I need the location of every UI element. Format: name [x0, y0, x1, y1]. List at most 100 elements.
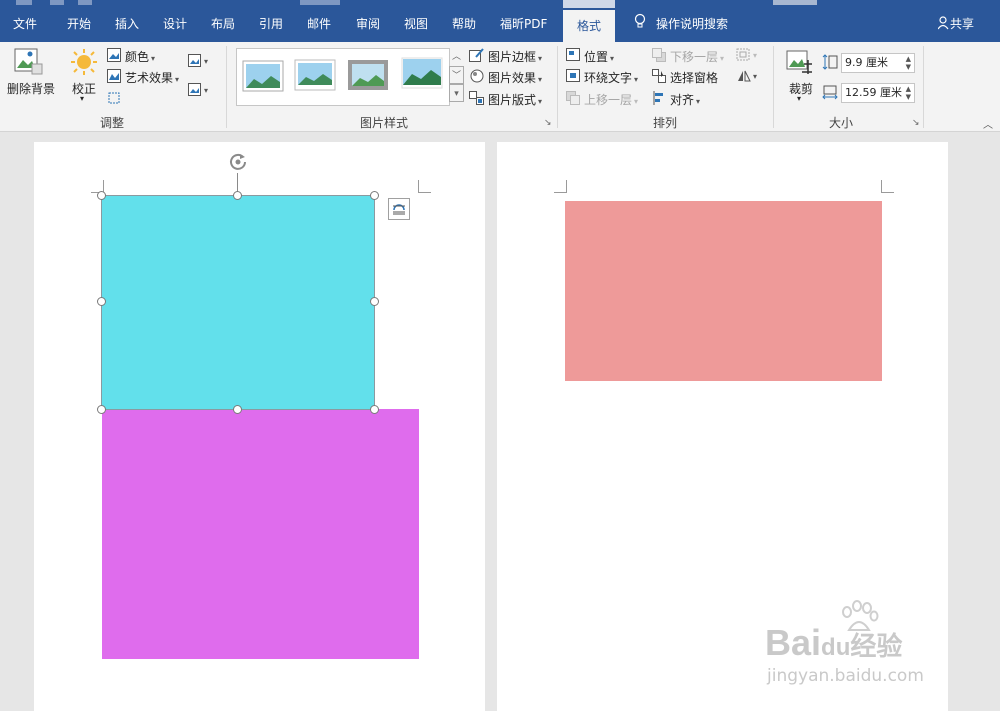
group-label-adjust: 调整	[100, 116, 125, 130]
resize-handle-top-right[interactable]	[370, 191, 379, 200]
picture-tools-header	[563, 0, 615, 8]
resize-handle-top[interactable]	[233, 191, 242, 200]
picture-effects-button[interactable]: 图片效果 ▾	[488, 69, 542, 86]
rotate-handle-icon[interactable]	[227, 151, 249, 176]
gallery-more-icon[interactable]: ▾	[449, 84, 464, 102]
tell-me-search[interactable]: 操作说明搜索	[656, 13, 728, 35]
change-picture-icon[interactable]: ▾	[188, 83, 212, 100]
transparency-icon[interactable]	[107, 91, 121, 108]
group-label-picture-styles: 图片样式	[360, 116, 409, 130]
watermark-cn: 经验	[850, 631, 903, 661]
corrections-sun-icon[interactable]	[70, 48, 98, 79]
document-page-1[interactable]	[34, 142, 485, 711]
ribbon: 删除背景 校正 ▾ 颜色 ▾ 艺术效果 ▾ ▾ ▾ 调整 ︿ ﹀ ▾ 图片边框 …	[0, 42, 1000, 132]
color-icon[interactable]	[107, 48, 121, 65]
magenta-rectangle-picture[interactable]	[102, 409, 419, 659]
send-backward-label: 下移一层	[670, 50, 719, 64]
share-button[interactable]: 共享	[937, 13, 974, 35]
artistic-effects-icon[interactable]	[107, 69, 121, 86]
watermark-brand-suffix: du	[821, 634, 851, 661]
width-spinner-icon[interactable]: ▲ ▼	[906, 85, 911, 101]
tab-help[interactable]: 帮助	[452, 13, 476, 35]
resize-handle-top-left[interactable]	[97, 191, 106, 200]
quick-access-undo-icon[interactable]	[50, 0, 64, 5]
align-label: 对齐	[670, 93, 695, 107]
watermark-logo: Baidu经验	[765, 622, 902, 664]
style-thumbnail-2[interactable]	[294, 59, 336, 94]
wrap-text-icon[interactable]	[566, 69, 581, 86]
quick-access-save-icon[interactable]	[16, 0, 32, 5]
style-thumbnail-1[interactable]	[242, 60, 284, 95]
tab-mailings[interactable]: 邮件	[307, 13, 331, 35]
picture-styles-launcher-icon[interactable]: ↘	[544, 118, 552, 128]
tab-home[interactable]: 开始	[67, 13, 91, 35]
style-thumbnail-3[interactable]	[347, 59, 389, 94]
resize-handle-left[interactable]	[97, 297, 106, 306]
title-bar: 文件 开始 插入 设计 布局 引用 邮件 审阅 视图 帮助 福昕PDF 格式 操…	[0, 0, 1000, 42]
gallery-up-icon[interactable]: ︿	[449, 48, 464, 66]
picture-styles-gallery[interactable]	[236, 48, 450, 106]
compress-pictures-icon[interactable]: ▾	[188, 54, 212, 71]
group-divider	[557, 46, 558, 128]
selection-pane-icon[interactable]	[652, 69, 667, 86]
tab-design[interactable]: 设计	[163, 13, 187, 35]
align-icon[interactable]	[652, 91, 667, 108]
picture-border-icon[interactable]	[469, 48, 485, 65]
tab-layout[interactable]: 布局	[211, 13, 235, 35]
position-button[interactable]: 位置 ▾	[584, 48, 614, 65]
tab-format[interactable]: 格式	[563, 10, 615, 42]
wrap-text-button[interactable]: 环绕文字 ▾	[584, 69, 638, 86]
margin-mark-top-right	[418, 180, 431, 193]
crop-dropdown-icon[interactable]: ▾	[797, 94, 801, 103]
tab-view[interactable]: 视图	[404, 13, 428, 35]
artistic-effects-label: 艺术效果	[125, 71, 174, 85]
gallery-down-icon[interactable]: ﹀	[449, 66, 464, 84]
picture-layout-icon[interactable]	[469, 91, 485, 108]
gallery-scroll: ︿ ﹀ ▾	[449, 48, 464, 106]
tab-insert[interactable]: 插入	[115, 13, 139, 35]
tab-file[interactable]: 文件	[13, 13, 37, 35]
watermark-url: jingyan.baidu.com	[767, 666, 924, 686]
remove-background-icon[interactable]	[14, 48, 44, 79]
size-launcher-icon[interactable]: ↘	[912, 118, 920, 128]
resize-handle-bottom[interactable]	[233, 405, 242, 414]
resize-handle-bottom-right[interactable]	[370, 405, 379, 414]
person-icon	[937, 16, 949, 30]
remove-background-button[interactable]: 删除背景	[7, 80, 55, 97]
cyan-rectangle-picture-selected[interactable]	[101, 195, 375, 410]
crop-icon[interactable]	[786, 50, 814, 79]
resize-handle-right[interactable]	[370, 297, 379, 306]
send-backward-icon	[652, 48, 667, 65]
picture-border-button[interactable]: 图片边框 ▾	[488, 48, 542, 65]
corrections-dropdown-icon[interactable]: ▾	[80, 94, 84, 103]
layout-options-button[interactable]	[388, 198, 410, 220]
quick-access-redo-icon[interactable]	[78, 0, 92, 5]
width-input[interactable]: 12.59 厘米 ▲ ▼	[841, 83, 915, 103]
tab-foxit-pdf[interactable]: 福昕PDF	[500, 13, 547, 35]
collapse-ribbon-icon[interactable]: ︿	[983, 116, 993, 131]
width-value: 12.59 厘米	[845, 86, 902, 99]
height-spinner-icon[interactable]: ▲ ▼	[906, 55, 911, 71]
bring-forward-label: 上移一层	[584, 93, 633, 107]
salmon-rectangle-picture[interactable]	[565, 201, 882, 381]
position-icon[interactable]	[566, 48, 581, 65]
tab-references[interactable]: 引用	[259, 13, 283, 35]
lightbulb-icon[interactable]	[634, 13, 646, 35]
svg-text:▾: ▾	[753, 51, 757, 60]
color-button[interactable]: 颜色 ▾	[125, 48, 155, 65]
align-button[interactable]: 对齐 ▾	[670, 91, 700, 108]
style-thumbnail-4[interactable]	[401, 57, 443, 92]
picture-effects-icon[interactable]	[469, 69, 485, 86]
color-label: 颜色	[125, 50, 150, 64]
layout-options-icon	[393, 204, 405, 215]
resize-handle-bottom-left[interactable]	[97, 405, 106, 414]
picture-layout-button[interactable]: 图片版式 ▾	[488, 91, 542, 108]
artistic-effects-button[interactable]: 艺术效果 ▾	[125, 69, 179, 86]
group-label-size: 大小	[829, 116, 854, 130]
margin-mark-top-right	[881, 180, 894, 193]
height-input[interactable]: 9.9 厘米 ▲ ▼	[841, 53, 915, 73]
tab-review[interactable]: 审阅	[356, 13, 380, 35]
selection-pane-button[interactable]: 选择窗格	[670, 69, 718, 86]
group-divider	[226, 46, 227, 128]
rotate-icon[interactable]: ▾	[736, 69, 762, 86]
